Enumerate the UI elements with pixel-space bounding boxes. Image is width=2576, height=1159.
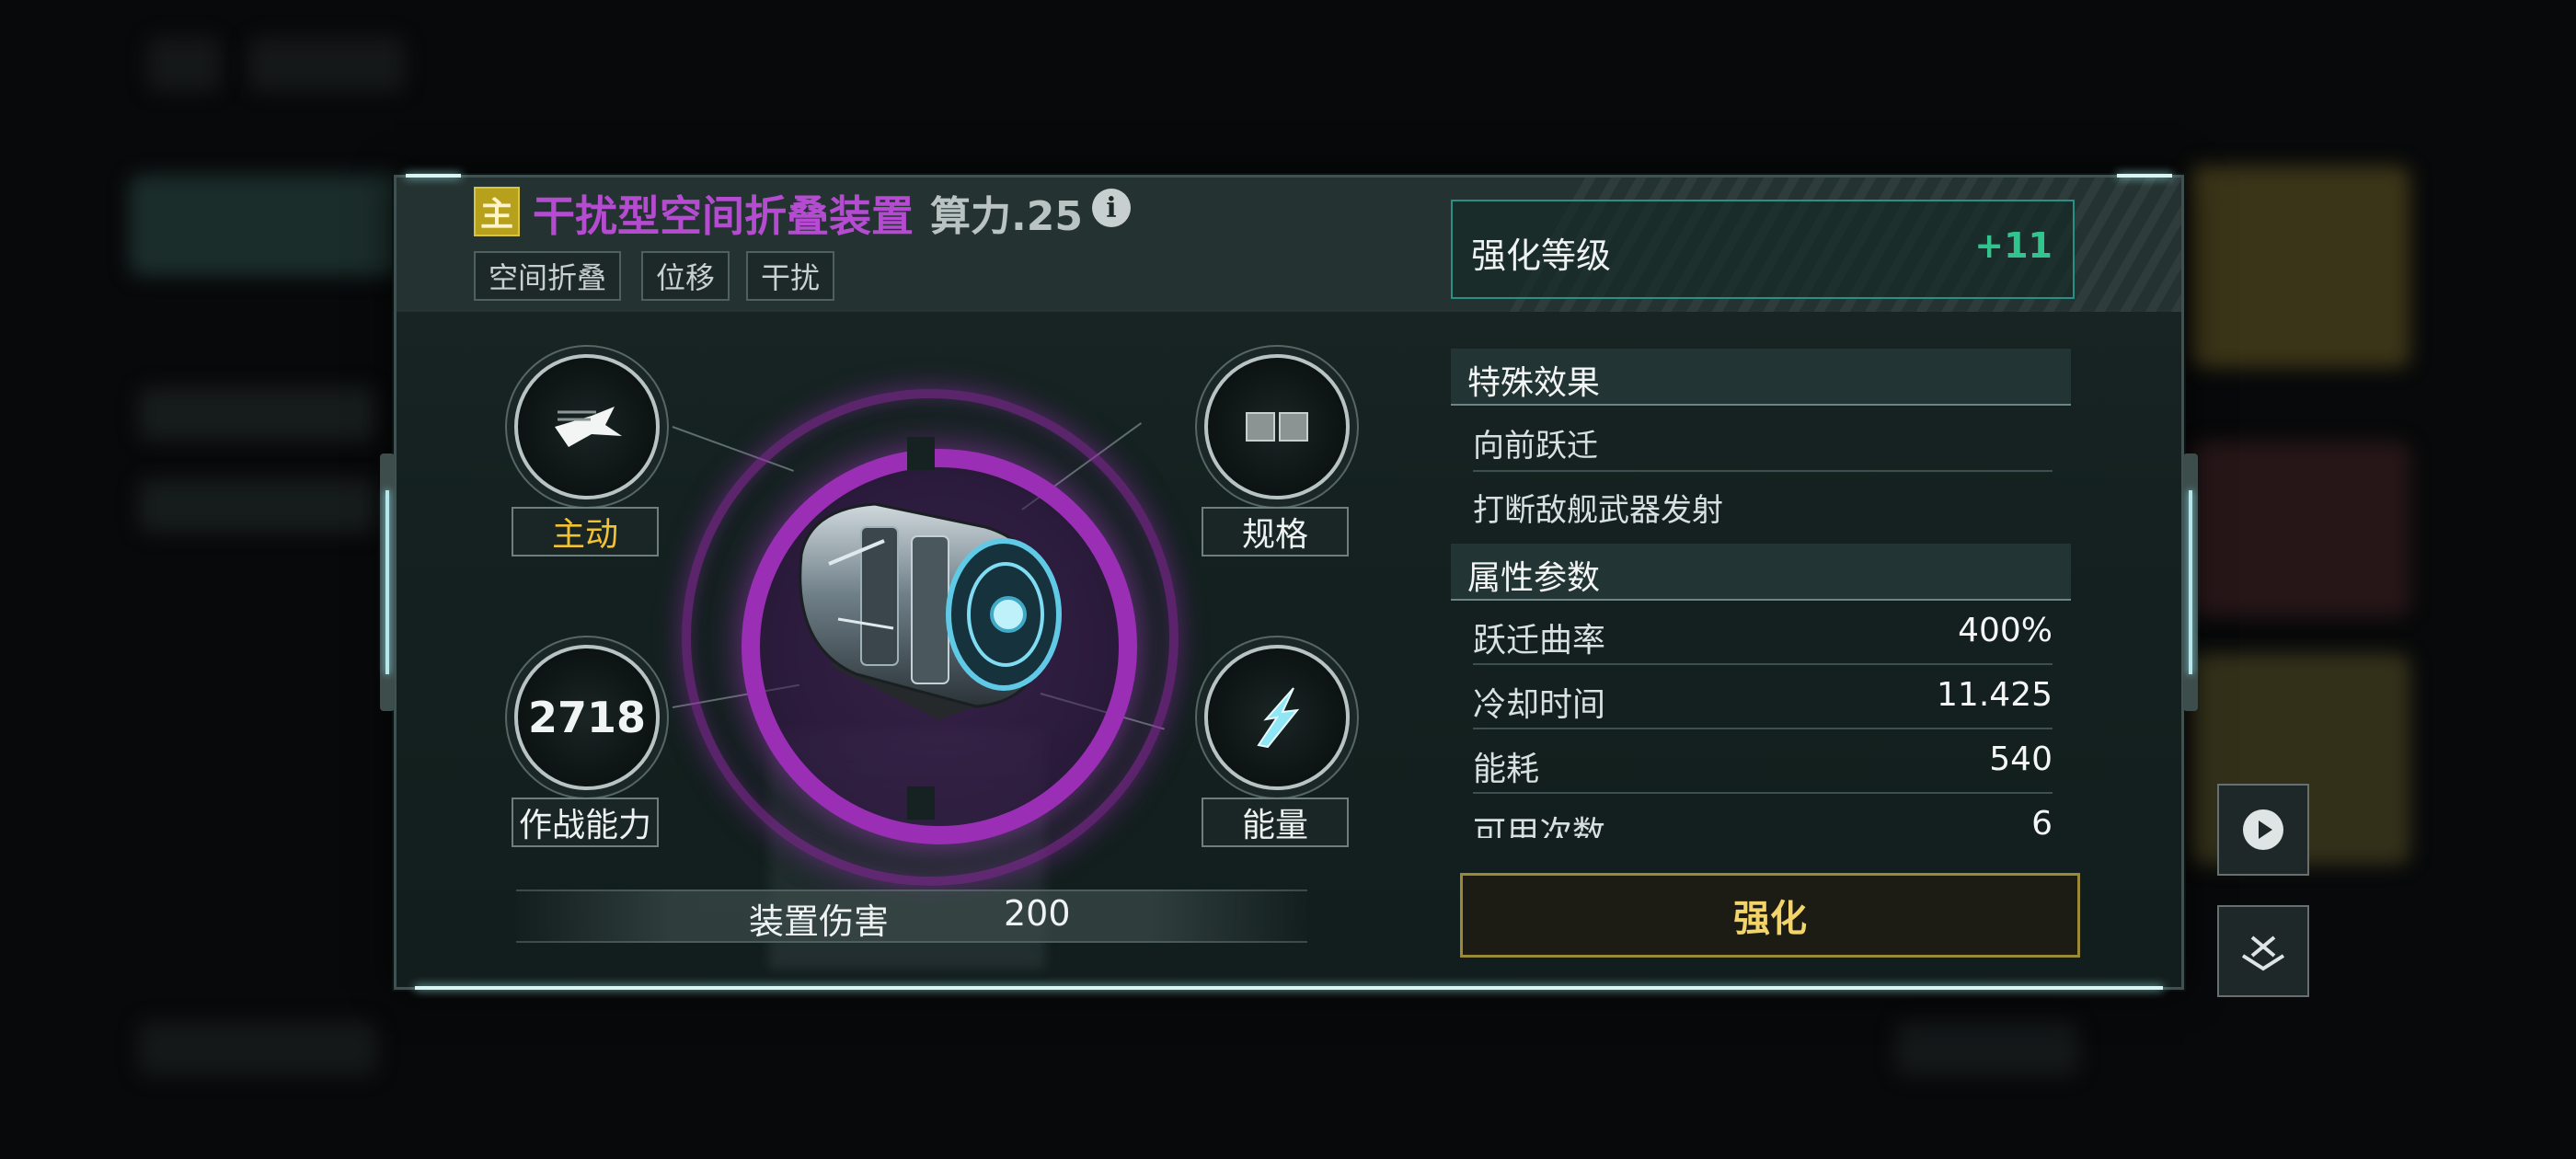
item-power: 算力.25: [930, 193, 1083, 240]
enhance-button[interactable]: 强化: [1460, 873, 2080, 958]
fighter-icon: [514, 354, 660, 499]
tag-interference: 干扰: [746, 251, 835, 301]
attribute-value: 6: [2031, 805, 2053, 838]
attribute-label: 可用次数: [1473, 815, 1606, 838]
effect-text: 打断敌舰武器发射: [1473, 492, 1723, 529]
play-video-button[interactable]: [2217, 784, 2309, 876]
background-blur: [138, 478, 377, 534]
attribute-value: 11.425: [1937, 676, 2053, 714]
effect-text: 向前跃迁: [1473, 428, 1598, 465]
attributes-header: 属性参数: [1451, 544, 2071, 601]
attribute-row: 可用次数 6: [1473, 794, 2053, 838]
background-blur: [2190, 442, 2410, 616]
special-effects-title: 特殊效果: [1467, 364, 1601, 402]
active-type-label: 主动: [512, 507, 659, 557]
damage-bar: [516, 889, 1307, 943]
combat-power-gauge: 2718: [514, 645, 660, 790]
top-edge-glow: [406, 174, 461, 178]
attribute-value: 400%: [1958, 612, 2053, 649]
spec-label: 规格: [1202, 507, 1349, 557]
tag-displacement: 位移: [641, 251, 730, 301]
background-blur: [248, 37, 405, 92]
attribute-label: 跃迁曲率: [1473, 622, 1606, 660]
background-blur: [2190, 166, 2410, 368]
effect-item: 打断敌舰武器发射: [1473, 472, 2053, 534]
space-fold-device-image: [799, 502, 1062, 720]
unequip-button[interactable]: [2217, 905, 2309, 997]
background-blur: [1895, 1021, 2079, 1076]
top-edge-glow: [2117, 174, 2172, 178]
attribute-value: 540: [1989, 740, 2053, 778]
info-icon[interactable]: i: [1092, 189, 1131, 227]
ring-gap: [907, 786, 935, 820]
attribute-row: 能耗 540: [1473, 729, 2053, 794]
enhance-level-value: +11: [1974, 225, 2053, 266]
background-blur: [129, 175, 405, 276]
unequip-icon: [2241, 935, 2285, 971]
attribute-row: 冷却时间 11.425: [1473, 665, 2053, 729]
background-blur: [138, 1021, 377, 1076]
attributes-list[interactable]: 跃迁曲率 400% 冷却时间 11.425 能耗 540 可用次数 6: [1451, 601, 2071, 838]
enhance-level-label: 强化等级: [1471, 235, 1612, 276]
damage-label: 装置伤害: [749, 901, 890, 942]
enhance-button-label: 强化: [1733, 898, 1807, 940]
attribute-label: 能耗: [1473, 751, 1540, 788]
attributes-title: 属性参数: [1467, 559, 1601, 597]
tag-space-fold: 空间折叠: [474, 251, 622, 301]
bottom-edge-glow: [415, 986, 2163, 990]
left-side-tab: [380, 453, 395, 711]
item-name: 干扰型空间折叠装置: [533, 191, 914, 241]
background-blur: [147, 37, 221, 92]
special-effects-header: 特殊效果: [1451, 349, 2071, 406]
main-slot-badge: 主: [474, 187, 520, 236]
ring-gap: [907, 437, 935, 470]
enhance-level-box: 强化等级 +11: [1451, 200, 2075, 299]
combat-power-label: 作战能力: [512, 798, 659, 847]
background-blur: [138, 386, 377, 442]
attribute-label: 冷却时间: [1473, 686, 1606, 724]
right-side-tab: [2183, 453, 2198, 711]
combat-power-value: 2718: [527, 693, 647, 742]
energy-icon: [1204, 645, 1350, 790]
effect-item: 向前跃迁: [1473, 407, 2053, 472]
energy-label: 能量: [1202, 798, 1349, 847]
play-icon: [2243, 809, 2283, 850]
damage-value: 200: [1004, 893, 1071, 934]
spec-icon: [1204, 354, 1350, 499]
attribute-row: 跃迁曲率 400%: [1473, 601, 2053, 665]
equipment-detail-panel: 主 干扰型空间折叠装置 算力.25 i 空间折叠 位移 干扰 主动 规格 271…: [380, 174, 2198, 990]
